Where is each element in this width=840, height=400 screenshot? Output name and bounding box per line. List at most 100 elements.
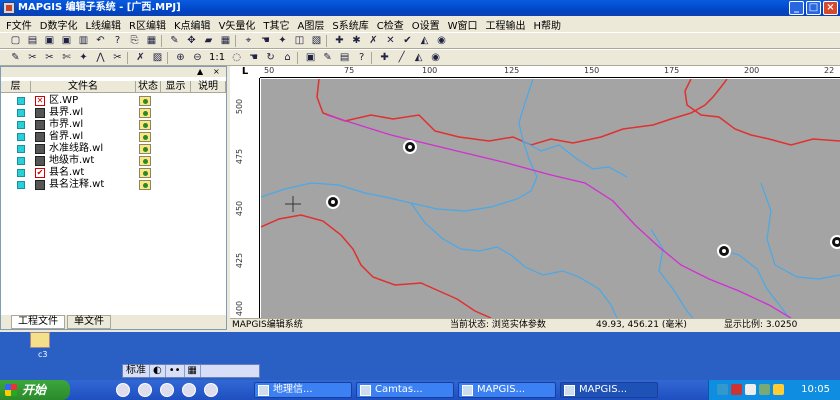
file-state-icon[interactable]	[139, 96, 151, 106]
city-marker[interactable]	[403, 140, 417, 154]
tab-single-file[interactable]: 单文件	[67, 315, 111, 329]
file-row[interactable]: 县名注释.wt	[1, 179, 226, 191]
half-width-button[interactable]: ◐	[150, 365, 166, 377]
trace-icon[interactable]: ✗	[366, 34, 381, 48]
column-state[interactable]: 状态	[136, 81, 161, 92]
taskbar-item[interactable]: 地理信...	[254, 382, 352, 398]
close-button[interactable]: ×	[823, 1, 838, 15]
save-icon[interactable]: ▣	[42, 34, 57, 48]
print-icon[interactable]: ▥	[76, 34, 91, 48]
red-boundary-line[interactable]	[684, 79, 840, 146]
city-marker[interactable]	[717, 244, 731, 258]
column-display[interactable]: 显示	[161, 81, 191, 92]
menu-file[interactable]: F文件	[2, 17, 36, 32]
fold-icon[interactable]: ⋀	[93, 51, 108, 65]
column-layer[interactable]: 层	[1, 81, 31, 92]
split-icon[interactable]: ✗	[133, 51, 148, 65]
ruler-corner[interactable]: L	[230, 66, 260, 78]
file-state-icon[interactable]	[139, 180, 151, 190]
bucket-icon[interactable]: ◭	[417, 34, 432, 48]
blue-river-line[interactable]	[261, 79, 538, 212]
quicklaunch-media-icon[interactable]	[138, 383, 152, 397]
copy-icon[interactable]: ⎘	[127, 34, 142, 48]
layer-checkbox[interactable]	[17, 145, 25, 153]
menu-window[interactable]: W窗口	[444, 17, 482, 32]
layers-icon[interactable]: ◫	[292, 34, 307, 48]
blue-river-line[interactable]	[410, 202, 618, 318]
layer-checkbox[interactable]	[17, 121, 25, 129]
region-tool-icon[interactable]: ◭	[411, 51, 426, 65]
vector-tool-icon[interactable]: ✚	[332, 34, 347, 48]
palette-icon[interactable]: ◉	[434, 34, 449, 48]
file-state-icon[interactable]	[139, 132, 151, 142]
merge-icon[interactable]: ▨	[150, 51, 165, 65]
edit-icon[interactable]: ✎	[320, 51, 335, 65]
pen-icon[interactable]: ✎	[8, 51, 23, 65]
paste-icon[interactable]: ▦	[144, 34, 159, 48]
attribute-icon[interactable]: ▤	[337, 51, 352, 65]
tray-security-icon[interactable]	[759, 384, 770, 395]
punctuation-button[interactable]: ••	[166, 365, 185, 377]
line-tool-icon[interactable]: ╱	[394, 51, 409, 65]
input-method-button[interactable]: 标准	[123, 365, 150, 377]
layer-checkbox[interactable]	[17, 181, 25, 189]
column-file-name[interactable]: 文件名	[31, 81, 136, 92]
menu-vectorize[interactable]: V矢量化	[215, 17, 260, 32]
red-boundary-line[interactable]	[261, 214, 492, 318]
column-description[interactable]: 说明	[191, 81, 226, 92]
soft-keyboard-button[interactable]: ▦	[185, 365, 201, 377]
menu-line-edit[interactable]: L线编辑	[81, 17, 125, 32]
menu-layer[interactable]: A图层	[294, 17, 329, 32]
pan-icon[interactable]: ✥	[184, 34, 199, 48]
file-row[interactable]: ✕ 区.WP	[1, 95, 226, 107]
panel-close-button[interactable]: ×	[213, 67, 220, 77]
query-icon[interactable]: ?	[354, 51, 369, 65]
file-row[interactable]: 省界.wl	[1, 131, 226, 143]
menu-check[interactable]: C检查	[373, 17, 408, 32]
menu-settings[interactable]: O设置	[408, 17, 444, 32]
zoom-out-icon[interactable]: ⊖	[190, 51, 205, 65]
quicklaunch-ie-icon[interactable]	[116, 383, 130, 397]
node-icon[interactable]: ✦	[76, 51, 91, 65]
select-icon[interactable]: ⌖	[241, 34, 256, 48]
taskbar-item-active[interactable]: MAPGIS...	[560, 382, 658, 398]
check-icon[interactable]: ✔	[400, 34, 415, 48]
color-tool-icon[interactable]: ◉	[428, 51, 443, 65]
map-drawing[interactable]	[261, 79, 840, 318]
blue-river-line[interactable]	[650, 228, 694, 318]
file-state-icon[interactable]	[139, 108, 151, 118]
file-state-icon[interactable]	[139, 144, 151, 154]
file-row[interactable]: 市界.wl	[1, 119, 226, 131]
layer-checkbox[interactable]	[17, 97, 25, 105]
menu-digitize[interactable]: D数字化	[36, 17, 82, 32]
point-tool-icon[interactable]: ✚	[377, 51, 392, 65]
file-row[interactable]: ✔ 县名.wt	[1, 167, 226, 179]
blue-river-line[interactable]	[718, 248, 790, 318]
hand-icon[interactable]: ☚	[258, 34, 273, 48]
blue-river-line[interactable]	[760, 182, 840, 280]
zoom-in-icon[interactable]: ⊕	[173, 51, 188, 65]
menu-project-output[interactable]: 工程输出	[481, 17, 529, 32]
tray-app-icon[interactable]	[773, 384, 784, 395]
language-bar[interactable]: 标准 ◐ •• ▦	[122, 364, 260, 378]
save-all-icon[interactable]: ▣	[59, 34, 74, 48]
tray-volume-icon[interactable]	[745, 384, 756, 395]
file-state-icon[interactable]	[139, 156, 151, 166]
start-button[interactable]: 开始	[0, 380, 70, 400]
menu-point-edit[interactable]: K点编辑	[170, 17, 215, 32]
zoom-1-1-button[interactable]: 1:1	[207, 52, 227, 63]
quicklaunch-app-icon[interactable]	[204, 383, 218, 397]
cross-icon[interactable]: ✕	[383, 34, 398, 48]
cut-icon[interactable]: ✂	[110, 51, 125, 65]
panel-collapse-button[interactable]: ▲	[197, 67, 203, 77]
minimize-button[interactable]: _	[789, 1, 804, 15]
new-file-icon[interactable]: ▢	[8, 34, 23, 48]
help-pointer-icon[interactable]: ?	[110, 34, 125, 48]
title-bar[interactable]: MAPGIS 编辑子系统 - [广西.MPJ] _ □ ×	[0, 0, 840, 16]
maximize-button[interactable]: □	[806, 1, 821, 15]
menu-help[interactable]: H帮助	[529, 17, 565, 32]
region-icon[interactable]: ▰	[201, 34, 216, 48]
menu-system-library[interactable]: S系统库	[328, 17, 372, 32]
tray-network-icon[interactable]	[717, 384, 728, 395]
move-icon[interactable]: ✦	[275, 34, 290, 48]
